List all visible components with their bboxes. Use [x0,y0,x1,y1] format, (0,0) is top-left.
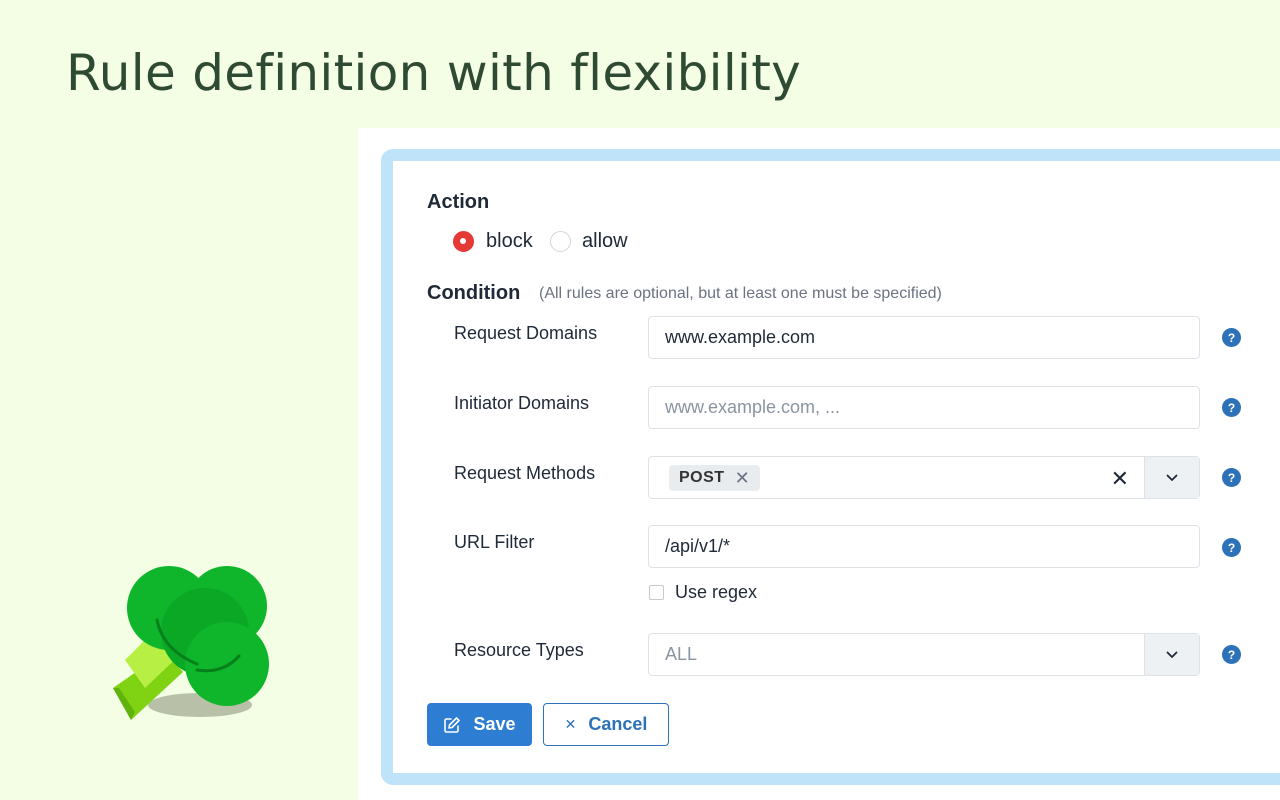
condition-section-title: Condition [427,282,521,304]
initiator-domains-input[interactable]: www.example.com, ... [648,386,1200,429]
edit-icon [443,716,461,734]
radio-block-label[interactable]: block [486,230,533,253]
condition-hint: (All rules are optional, but at least on… [539,285,942,302]
close-icon: ✕ [564,716,577,732]
initiator-domains-help-icon[interactable]: ? [1222,398,1241,417]
chevron-down-icon [1166,474,1178,481]
resource-types-label: Resource Types [454,640,584,660]
url-filter-help-icon[interactable]: ? [1222,538,1241,557]
resource-types-help-icon[interactable]: ? [1222,645,1241,664]
cancel-button[interactable]: ✕ Cancel [543,703,669,746]
url-filter-label: URL Filter [454,532,535,552]
cancel-button-label: Cancel [588,714,648,734]
use-regex-checkbox[interactable] [649,585,664,600]
broccoli-illustration [113,566,269,720]
request-methods-select[interactable]: POST ✕ ✕ [648,456,1200,499]
resource-types-select[interactable]: ALL [648,633,1200,676]
remove-tag-icon[interactable]: ✕ [735,468,751,489]
save-button[interactable]: Save [427,703,532,746]
method-tag-post-label: POST [679,469,725,486]
radio-allow[interactable] [550,231,571,252]
radio-allow-label[interactable]: allow [582,230,628,253]
initiator-domains-label: Initiator Domains [454,393,590,413]
method-tag-post: POST ✕ [669,465,761,491]
use-regex-label[interactable]: Use regex [675,582,757,603]
chevron-down-icon [1166,651,1178,658]
request-methods-dropdown-toggle[interactable] [1144,457,1199,498]
radio-block[interactable] [453,231,474,252]
request-domains-label: Request Domains [454,323,598,343]
clear-selection-icon[interactable]: ✕ [1111,468,1129,490]
page-title: Rule definition with flexibility [66,44,802,102]
resource-types-value: ALL [665,644,698,664]
resource-types-dropdown-toggle[interactable] [1144,634,1199,675]
request-methods-label: Request Methods [454,463,596,483]
request-domains-input[interactable]: www.example.com [648,316,1200,359]
url-filter-input[interactable]: /api/v1/* [648,525,1200,568]
action-section-title: Action [427,191,490,213]
save-button-label: Save [473,714,516,734]
request-methods-help-icon[interactable]: ? [1222,468,1241,487]
request-domains-help-icon[interactable]: ? [1222,328,1241,347]
